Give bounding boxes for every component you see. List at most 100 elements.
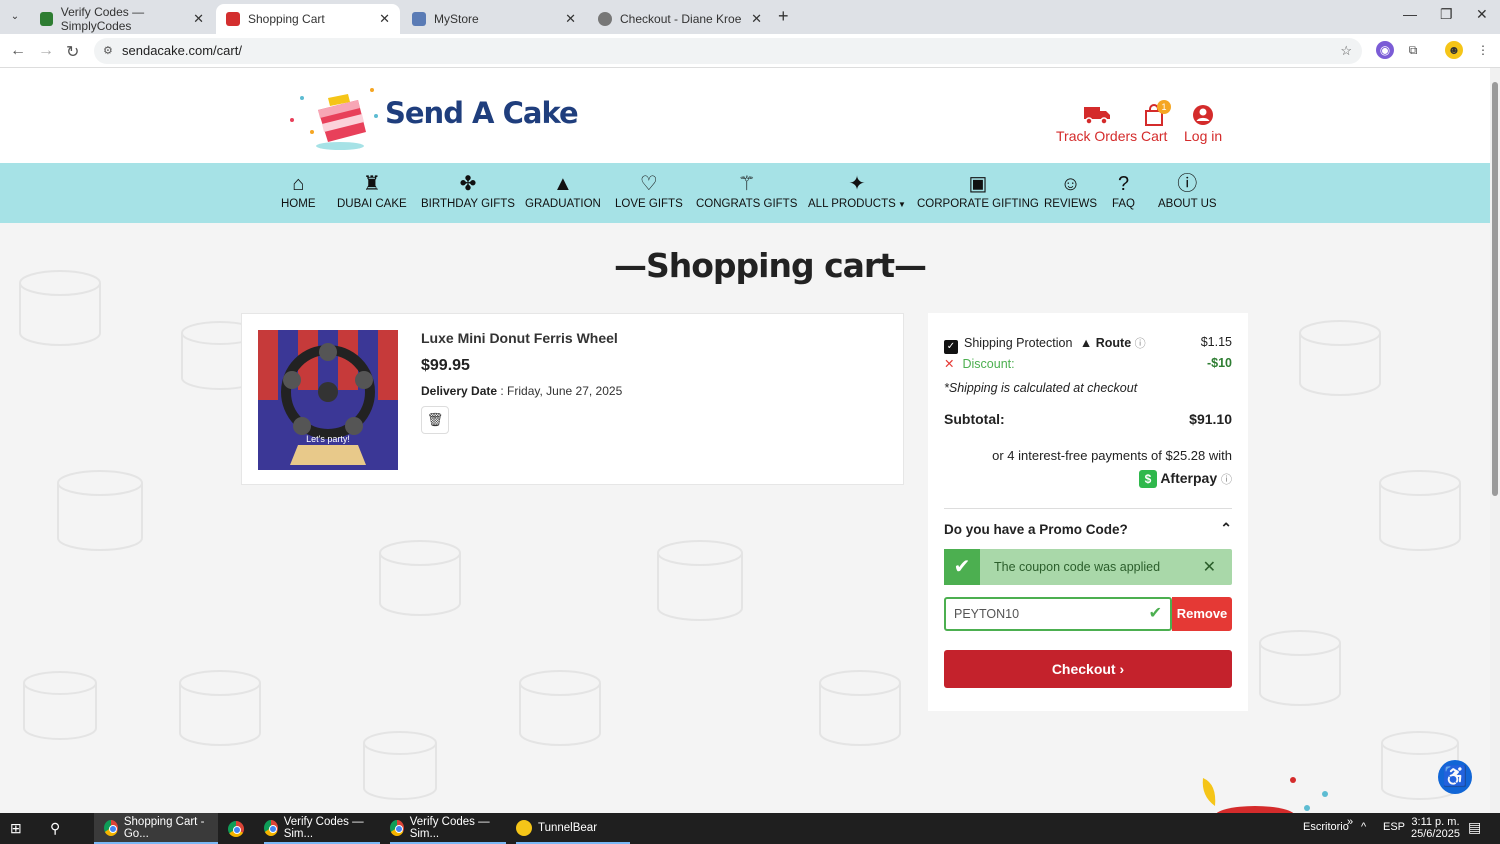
nav-label: CORPORATE GIFTING [917,198,1039,210]
input-language[interactable]: ESP [1383,821,1405,833]
desktop-toolbar[interactable]: Escritorio [1303,821,1349,833]
afterpay-brand[interactable]: $ Afterpay ⓘ [1138,470,1232,488]
shipping-protection-checkbox[interactable]: ✓ [944,340,958,354]
notifications-icon[interactable]: ▤ [1468,819,1481,836]
tab-title: Verify Codes — SimplyCodes [60,5,145,33]
tab-verify-codes[interactable]: Verify Codes — SimplyCodes ✕ [30,4,214,34]
cart-count-badge: 1 [1157,100,1171,114]
nav-item-about-us[interactable]: ⓘ ABOUT US [1158,173,1217,210]
tab-checkout[interactable]: Checkout - Diane Kroe ✕ [588,4,772,34]
extensions-puzzle-icon[interactable]: ⧉ [1404,41,1422,59]
login-link[interactable]: Log in [1184,104,1222,144]
product-image[interactable]: Let's party! [258,330,398,470]
address-bar[interactable]: ⚙ sendacake.com/cart/ ☆ [94,38,1362,64]
restore-icon[interactable]: ❐ [1440,6,1453,23]
nav-item-dubai-cake[interactable]: ♜ DUBAI CAKE [337,173,407,210]
site-info-icon[interactable]: ⚙ [103,38,113,64]
nav-item-all-products[interactable]: ✦ ALL PRODUCTS ▼ [808,173,906,210]
nav-item-corporate-gifting[interactable]: ▣ CORPORATE GIFTING [917,173,1039,210]
heart-hands-icon: ♡ [639,173,658,195]
taskbar-item-chrome[interactable] [228,813,252,844]
coupon-applied-message: The coupon code was applied [994,560,1161,574]
track-orders-link[interactable]: Track Orders [1056,104,1137,144]
nav-item-home[interactable]: ⌂ HOME [281,173,316,210]
taskbar-label: TunnelBear [538,821,598,834]
dropdown-caret-icon: ▼ [895,200,906,209]
shipping-protection-label: Shipping Protection [964,336,1073,350]
discount-value: -$10 [1206,356,1232,370]
close-tab-icon[interactable]: ✕ [379,11,390,27]
tab-shopping-cart[interactable]: Shopping Cart ✕ [216,4,400,34]
truck-icon [1083,107,1110,125]
bookmark-star-icon[interactable]: ☆ [1340,38,1352,64]
nav-label: ABOUT US [1158,198,1217,210]
nav-item-birthday-gifts[interactable]: ✤ BIRTHDAY GIFTS [421,173,515,210]
valid-check-icon: ✔ [1148,605,1162,622]
taskbar-label: Verify Codes — Sim... [409,815,490,840]
remove-discount-icon[interactable]: ✕ [944,357,954,371]
taskbar-item-shopping-cart[interactable]: Shopping Cart - Go... [94,813,218,844]
trash-icon: 🗑 [426,412,444,427]
close-window-icon[interactable]: ✕ [1476,6,1488,23]
promo-code-input[interactable]: PEYTON10 ✔ [944,597,1172,631]
nav-item-reviews[interactable]: ☺ REVIEWS [1044,173,1097,210]
product-image-caption: Let's party! [306,434,350,444]
forward-icon[interactable]: → [38,42,54,60]
chrome-icon [228,820,244,837]
windows-start-icon[interactable]: ⊞ [10,813,22,844]
tab-list-button[interactable]: ⌄ [6,8,24,26]
new-tab-button[interactable]: + [778,6,789,27]
nav-label: CONGRATS GIFTS [696,198,798,210]
windows-taskbar: ⊞ ⚲ Shopping Cart - Go... Verify Codes —… [0,813,1500,844]
boxes-icon: ▣ [968,173,988,195]
champagne-icon: ⚚ [737,173,756,195]
question-icon: ? [1117,173,1130,195]
remove-item-button[interactable]: 🗑 [421,406,449,434]
clock[interactable]: 3:11 p. m. 25/6/2025 [1411,816,1460,840]
page-scrollbar[interactable] [1490,68,1500,813]
info-circle-icon[interactable]: ⓘ [1135,338,1146,350]
close-tab-icon[interactable]: ✕ [565,11,576,27]
site-logo-text[interactable]: Send A Cake [385,96,579,130]
close-tab-icon[interactable]: ✕ [193,11,204,27]
afterpay-logo-icon: $ [1138,470,1157,488]
checkout-button[interactable]: Checkout › [944,650,1232,688]
site-header: Send A Cake Track Orders Cart 1 Log in [0,68,1490,163]
extension-icon[interactable]: ◉ [1376,41,1394,59]
taskbar-item-verify-codes-2[interactable]: Verify Codes — Sim... [390,813,506,844]
minimize-icon[interactable]: — [1403,6,1417,22]
subtotal-label: Subtotal: [944,411,1005,427]
taskbar-item-tunnelbear[interactable]: TunnelBear [516,813,630,844]
search-icon[interactable]: ⚲ [50,813,60,844]
close-tab-icon[interactable]: ✕ [751,11,762,27]
remove-promo-button[interactable]: Remove [1172,597,1232,631]
nav-item-graduation[interactable]: ▲ GRADUATION [525,173,601,210]
nav-item-love-gifts[interactable]: ♡ LOVE GIFTS [615,173,683,210]
nav-label: DUBAI CAKE [337,198,407,210]
nav-item-faq[interactable]: ? FAQ [1112,173,1135,210]
product-price: $99.95 [421,357,470,374]
profile-icon[interactable]: ☻ [1445,41,1463,59]
coupon-applied-alert: ✔ The coupon code was applied ✕ [944,549,1232,585]
back-icon[interactable]: ← [10,42,26,60]
scrollbar-thumb[interactable] [1492,82,1498,496]
accessibility-icon[interactable]: ♿ [1438,760,1472,794]
menu-kebab-icon[interactable]: ⋮ [1474,41,1492,59]
subtotal-value: $91.10 [1189,411,1232,427]
close-alert-icon[interactable]: ✕ [1203,557,1216,577]
product-name[interactable]: Luxe Mini Donut Ferris Wheel [421,330,618,346]
browser-toolbar: ← → ↻ ⚙ sendacake.com/cart/ ☆ ◉ ⧉ ☻ ⋮ [0,34,1500,68]
reload-icon[interactable]: ↻ [66,42,79,62]
nav-item-congrats-gifts[interactable]: ⚚ CONGRATS GIFTS [696,173,797,210]
party-popper-icon: ✦ [848,173,866,195]
promo-code-toggle[interactable]: Do you have a Promo Code? [944,522,1128,537]
afterpay-info-icon[interactable]: ⓘ [1221,474,1232,486]
user-account-icon [1193,105,1214,125]
tab-mystore[interactable]: MyStore ✕ [402,4,586,34]
taskbar-item-verify-codes-1[interactable]: Verify Codes — Sim... [264,813,380,844]
cake-logo-icon[interactable] [288,80,380,152]
toolbar-expand-icon[interactable]: » [1347,816,1353,828]
chevron-up-icon[interactable]: ⌃ [1220,520,1232,537]
checkmark-icon: ✔ [944,549,980,585]
tray-overflow-icon[interactable]: ^ [1361,821,1366,833]
